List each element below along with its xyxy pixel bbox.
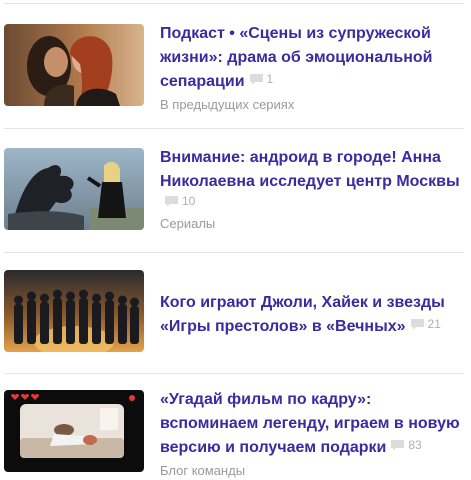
comment-bubble-icon [165, 196, 178, 207]
article-feed: Подкаст • «Сцены из супружеской жизни»: … [0, 0, 471, 478]
article-title[interactable]: Кого играют Джоли, Хайек и звезды «Игры … [160, 294, 445, 335]
article-category[interactable]: В предыдущих сериях [160, 96, 465, 114]
comment-count-value: 83 [408, 438, 422, 452]
separator [4, 373, 464, 374]
comment-count-value: 10 [182, 194, 196, 208]
comment-count[interactable]: 83 [390, 438, 422, 452]
article-category[interactable]: Сериалы [160, 215, 465, 233]
separator [4, 3, 464, 4]
statue-photo-icon [4, 148, 144, 230]
comment-count[interactable]: 10 [164, 194, 195, 208]
comment-count[interactable]: 21 [410, 317, 441, 331]
comment-bubble-icon [391, 440, 405, 451]
comment-count[interactable]: 1 [249, 72, 274, 86]
comment-bubble-icon [410, 319, 424, 330]
article-thumbnail[interactable] [4, 148, 144, 230]
game-screen-photo-icon [4, 390, 144, 472]
article-thumbnail[interactable] [4, 24, 144, 106]
group-photo-icon [4, 270, 144, 352]
article-thumbnail[interactable] [4, 270, 144, 352]
separator [4, 252, 464, 253]
comment-count-value: 21 [427, 317, 441, 331]
comment-bubble-icon [249, 74, 263, 85]
separator [4, 128, 464, 129]
couple-photo-icon [4, 24, 144, 106]
comment-count-value: 1 [266, 72, 274, 86]
article-title[interactable]: Внимание: андроид в городе! Анна Николае… [160, 149, 460, 190]
article-title[interactable]: Подкаст • «Сцены из супружеской жизни»: … [160, 25, 433, 90]
article-thumbnail[interactable] [4, 390, 144, 472]
article-category[interactable]: Блог команды [160, 462, 465, 480]
